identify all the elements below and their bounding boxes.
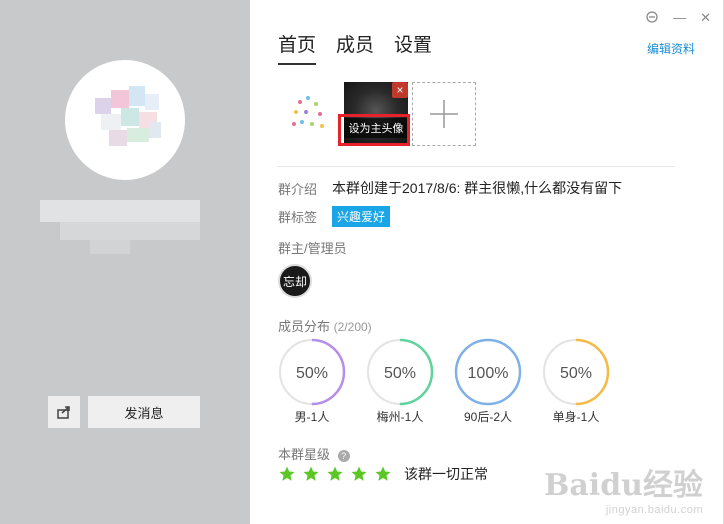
distribution-label: 90后-2人 — [463, 410, 513, 424]
minimize-button[interactable]: — — [673, 10, 686, 27]
plus-icon — [430, 100, 458, 128]
tab-members[interactable]: 成员 — [336, 30, 374, 65]
star-icon — [351, 466, 367, 481]
distribution-label: 成员分布 — [278, 319, 331, 334]
window-controls: — ✕ — [645, 10, 711, 27]
distribution-percent: 50% — [296, 365, 328, 382]
admins-label: 群主/管理员 — [278, 241, 347, 256]
tab-settings[interactable]: 设置 — [394, 30, 432, 65]
level-text: 该群一切正常 — [404, 466, 488, 482]
set-main-avatar-button[interactable]: 设为主头像 — [344, 118, 408, 138]
distribution-label: 单身-1人 — [552, 410, 600, 424]
intro-value: 本群创建于2017/8/6: 群主很懒,什么都没有留下 — [332, 180, 623, 196]
group-name-blurred — [40, 200, 200, 222]
right-panel: — ✕ 首页 成员 设置 编辑资料 × 设为主头像 群介绍 本群创建于2017/… — [250, 0, 724, 524]
level-label: 本群星级 — [278, 447, 331, 462]
distribution-item[interactable]: 50% 男-1人 — [278, 338, 346, 425]
tags-row: 群标签 兴趣爱好 — [278, 206, 391, 227]
tag-badge[interactable]: 兴趣爱好 — [332, 206, 391, 227]
main-photo[interactable] — [278, 82, 342, 146]
left-panel: 发消息 — [0, 0, 250, 524]
distribution-percent: 50% — [560, 365, 592, 382]
distribution-percent: 100% — [468, 365, 509, 382]
secondary-photo[interactable]: × 设为主头像 — [344, 82, 408, 146]
distribution-label: 梅州-1人 — [376, 410, 424, 424]
confetti-image — [292, 96, 324, 128]
distribution-ring: 50% — [278, 338, 346, 406]
distribution-item[interactable]: 100% 90后-2人 — [454, 338, 522, 425]
distribution-item[interactable]: 50% 梅州-1人 — [366, 338, 434, 425]
star-rating: 该群一切正常 — [278, 464, 488, 484]
watermark-sub: jingyan.baidu.com — [605, 504, 703, 516]
star-icon — [279, 466, 295, 481]
distribution-label: 男-1人 — [294, 410, 330, 424]
add-photo-button[interactable] — [412, 82, 476, 146]
level-header: 本群星级 ? — [278, 444, 350, 463]
admin-avatar[interactable]: 忘却 — [278, 264, 312, 298]
group-id-blurred — [60, 222, 200, 240]
distribution-ring: 50% — [366, 338, 434, 406]
distribution-header: 成员分布 (2/200) — [278, 316, 372, 335]
share-button[interactable] — [48, 396, 80, 428]
distribution-ring: 100% — [454, 338, 522, 406]
distribution-percent: 50% — [384, 365, 416, 382]
distribution-count: (2/200) — [333, 320, 372, 334]
divider — [278, 166, 674, 167]
help-icon[interactable]: ? — [337, 449, 350, 462]
tab-bar: 首页 成员 设置 — [278, 30, 432, 65]
watermark: Baidu经验 jingyan.baidu.com — [544, 460, 703, 516]
send-message-button[interactable]: 发消息 — [88, 396, 200, 428]
group-avatar[interactable] — [65, 60, 185, 180]
intro-label: 群介绍 — [278, 181, 318, 197]
delete-photo-button[interactable]: × — [392, 82, 408, 98]
group-extra-blurred — [90, 240, 130, 254]
star-icon — [375, 466, 391, 481]
intro-row: 群介绍 本群创建于2017/8/6: 群主很懒,什么都没有留下 — [278, 178, 622, 198]
distribution-item[interactable]: 50% 单身-1人 — [542, 338, 610, 425]
tab-home[interactable]: 首页 — [278, 30, 317, 65]
share-icon — [57, 406, 70, 419]
distribution-ring: 50% — [542, 338, 610, 406]
tags-label: 群标签 — [278, 210, 318, 225]
watermark-main: Baidu经验 — [544, 468, 703, 503]
edit-profile-link[interactable]: 编辑资料 — [647, 40, 695, 57]
close-button[interactable]: ✕ — [700, 10, 711, 27]
photo-strip: × 设为主头像 — [278, 82, 476, 146]
star-icon — [327, 466, 343, 481]
star-icon — [303, 466, 319, 481]
skin-icon[interactable] — [645, 10, 659, 27]
distribution-row: 50% 男-1人 50% 梅州-1人 100% 90后-2人 50% 单身-1人 — [278, 338, 610, 425]
